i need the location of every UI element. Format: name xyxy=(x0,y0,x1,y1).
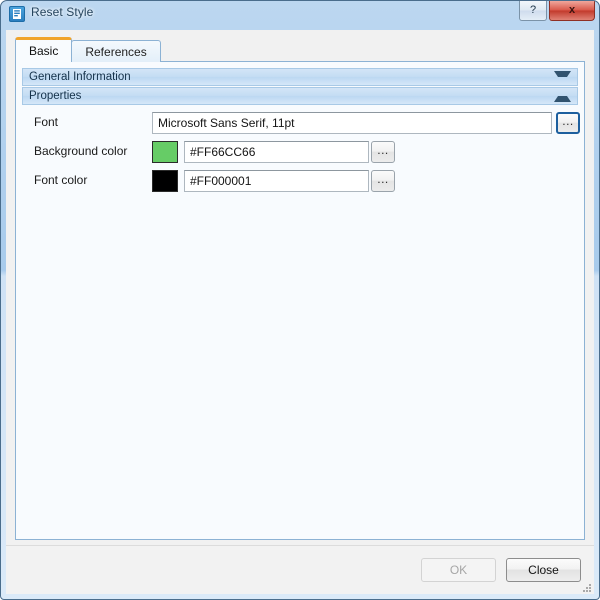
group-header-properties[interactable]: Properties xyxy=(22,87,578,105)
tab-strip: Basic References xyxy=(15,37,161,62)
font-color-input[interactable]: #FF000001 xyxy=(184,170,369,192)
font-input[interactable]: Microsoft Sans Serif, 11pt xyxy=(152,112,552,134)
chevron-up-icon[interactable] xyxy=(554,90,571,102)
title-bar[interactable]: Reset Style ? x xyxy=(1,1,599,29)
form-row-background-color: Background color #FF66CC66 ... xyxy=(16,141,584,163)
background-color-browse-label: ... xyxy=(377,142,389,157)
close-dialog-button[interactable]: Close xyxy=(506,558,581,582)
background-color-input[interactable]: #FF66CC66 xyxy=(184,141,369,163)
background-color-label: Background color xyxy=(34,144,128,158)
chevron-down-icon[interactable] xyxy=(554,71,571,83)
form-row-font-color: Font color #FF000001 ... xyxy=(16,170,584,192)
close-icon: x xyxy=(568,4,576,16)
font-browse-button[interactable]: ... xyxy=(556,112,580,134)
dialog-client-area: Basic References General Information Pro… xyxy=(6,30,594,594)
background-color-swatch[interactable] xyxy=(152,141,178,163)
style-document-icon xyxy=(9,6,25,22)
tab-basic-label: Basic xyxy=(29,44,59,58)
dialog-footer: OK Close xyxy=(6,545,594,594)
help-button[interactable]: ? xyxy=(519,1,547,21)
resize-grip-icon[interactable] xyxy=(579,580,591,592)
font-color-swatch[interactable] xyxy=(152,170,178,192)
style-document-glyph xyxy=(13,9,21,19)
close-dialog-button-label: Close xyxy=(528,563,559,577)
tab-references[interactable]: References xyxy=(71,40,161,62)
font-color-browse-label: ... xyxy=(377,171,389,186)
ok-button-label: OK xyxy=(449,563,468,577)
font-browse-label: ... xyxy=(562,113,574,128)
tab-references-label: References xyxy=(85,44,147,59)
background-color-browse-button[interactable]: ... xyxy=(371,141,395,163)
font-label: Font xyxy=(34,115,59,129)
dialog-window: Reset Style ? x Basic References General… xyxy=(0,0,600,600)
window-title: Reset Style xyxy=(31,5,94,19)
group-general-information-label: General Information xyxy=(29,71,131,83)
tab-basic[interactable]: Basic xyxy=(15,37,73,62)
font-color-browse-button[interactable]: ... xyxy=(371,170,395,192)
font-color-label: Font color xyxy=(34,173,88,187)
tab-page-basic: General Information Properties Font Micr… xyxy=(15,61,585,540)
form-row-font: Font Microsoft Sans Serif, 11pt ... xyxy=(16,112,584,134)
group-header-general-information[interactable]: General Information xyxy=(22,68,578,86)
close-button[interactable]: x xyxy=(549,1,595,21)
help-icon: ? xyxy=(529,4,537,16)
ok-button[interactable]: OK xyxy=(421,558,496,582)
group-properties-label: Properties xyxy=(29,90,82,102)
